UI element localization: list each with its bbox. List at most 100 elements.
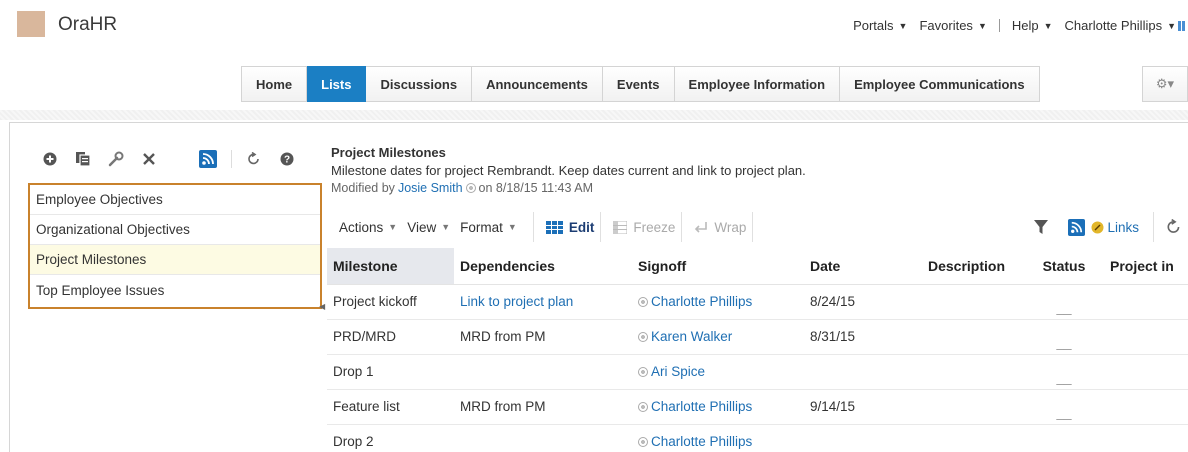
column-header-status[interactable]: Status — [1024, 248, 1104, 285]
lists-toolbar: ? — [40, 149, 310, 169]
top-menu: Portals ▼ Favorites ▼ Help ▼ Charlotte P… — [853, 18, 1188, 33]
tab-employee-communications[interactable]: Employee Communications — [840, 67, 1040, 101]
more-icon[interactable] — [1178, 20, 1188, 31]
project-info-cell — [1104, 424, 1188, 452]
tab-employee-information[interactable]: Employee Information — [674, 67, 841, 101]
refresh-button[interactable] — [1166, 219, 1182, 235]
table-row[interactable]: Feature list MRD from PM Charlotte Phill… — [327, 389, 1188, 425]
app-logo — [17, 11, 45, 37]
view-menu[interactable]: View ▼ — [407, 220, 450, 235]
signoff-user-link[interactable]: Ari Spice — [651, 364, 705, 379]
caret-down-icon: ▼ — [507, 222, 517, 232]
project-plan-link[interactable]: Link to project plan — [460, 294, 573, 309]
caret-down-icon: ▼ — [388, 222, 398, 232]
date-cell: 8/31/15 — [804, 319, 922, 355]
status-cell: __ — [1024, 389, 1104, 425]
freeze-icon — [613, 220, 628, 234]
tab-discussions[interactable]: Discussions — [366, 67, 473, 101]
column-header-dependencies[interactable]: Dependencies — [454, 248, 632, 285]
filter-button[interactable] — [1034, 219, 1049, 235]
caret-down-icon: ▼ — [977, 20, 987, 31]
tab-events[interactable]: Events — [602, 67, 675, 101]
column-header-project-info[interactable]: Project in — [1104, 248, 1188, 285]
list-item-organizational-objectives[interactable]: Organizational Objectives — [30, 215, 320, 245]
rss-icon[interactable] — [198, 149, 218, 169]
caret-down-icon: ▼ — [1043, 20, 1053, 31]
freeze-button[interactable]: Freeze — [613, 220, 675, 235]
page-actions-button[interactable]: ⚙▾ — [1142, 66, 1188, 102]
list-item-employee-objectives[interactable]: Employee Objectives — [30, 185, 320, 215]
user-menu[interactable]: Charlotte Phillips ▼ — [1065, 18, 1188, 33]
refresh-icon[interactable] — [244, 149, 264, 169]
signoff-user-link[interactable]: Charlotte Phillips — [651, 294, 752, 309]
format-label: Format — [460, 219, 503, 235]
presence-icon — [465, 183, 476, 193]
tab-announcements[interactable]: Announcements — [472, 67, 603, 101]
wrap-label: Wrap — [714, 219, 747, 235]
signoff-cell: Charlotte Phillips — [632, 424, 804, 452]
dependencies-cell — [454, 354, 632, 390]
date-cell: 9/14/15 — [804, 389, 922, 425]
help-label: Help — [1011, 18, 1039, 33]
rss-button[interactable] — [1068, 218, 1086, 236]
modified-date: on 8/18/15 11:43 AM — [478, 181, 593, 195]
signoff-user-link[interactable]: Karen Walker — [651, 329, 732, 344]
status-cell: __ — [1024, 424, 1104, 452]
list-title: Project Milestones — [331, 145, 446, 160]
description-cell — [922, 354, 1024, 390]
links-label: Links — [1107, 219, 1139, 235]
signoff-cell: Charlotte Phillips — [632, 284, 804, 320]
column-header-description[interactable]: Description — [922, 248, 1024, 285]
description-cell — [922, 284, 1024, 320]
help-menu[interactable]: Help ▼ — [1012, 18, 1053, 33]
signoff-user-link[interactable]: Charlotte Phillips — [651, 399, 752, 414]
status-cell: __ — [1024, 284, 1104, 320]
favorites-label: Favorites — [919, 18, 973, 33]
wrap-button[interactable]: Wrap — [694, 220, 746, 235]
signoff-user-link[interactable]: Charlotte Phillips — [651, 434, 752, 449]
copy-icon[interactable] — [73, 149, 93, 169]
table-row[interactable]: PRD/MRD MRD from PM Karen Walker 8/31/15… — [327, 319, 1188, 355]
milestone-cell: Drop 1 — [327, 354, 454, 390]
dependencies-cell: Link to project plan — [454, 284, 632, 320]
edit-button[interactable]: Edit — [545, 220, 594, 235]
tab-home[interactable]: Home — [242, 67, 308, 101]
dependencies-cell — [454, 424, 632, 452]
presence-icon — [638, 296, 648, 307]
refresh-icon — [1167, 219, 1180, 233]
column-header-date[interactable]: Date — [804, 248, 922, 285]
links-button[interactable]: Links — [1091, 220, 1139, 235]
table-row[interactable]: Drop 2 Charlotte Phillips __ — [327, 424, 1188, 452]
toolbar-separator — [231, 150, 232, 168]
modified-by-link[interactable]: Josie Smith — [398, 181, 463, 195]
wrench-icon[interactable] — [106, 149, 126, 169]
collapse-splitter-icon[interactable]: ◀ — [319, 302, 325, 312]
table-header-row: Milestone Dependencies Signoff Date Desc… — [327, 248, 1188, 285]
help-icon[interactable]: ? — [277, 149, 297, 169]
presence-icon — [638, 331, 648, 342]
favorites-menu[interactable]: Favorites ▼ — [919, 18, 986, 33]
list-header: Project Milestones Milestone dates for p… — [331, 145, 806, 195]
list-item-top-employee-issues[interactable]: Top Employee Issues — [30, 275, 320, 305]
lists-selector: Employee Objectives Organizational Objec… — [28, 183, 322, 309]
wrap-icon — [694, 221, 708, 234]
status-cell: __ — [1024, 354, 1104, 390]
format-menu[interactable]: Format ▼ — [460, 220, 517, 235]
global-header: OraHR Portals ▼ Favorites ▼ Help ▼ Charl… — [0, 0, 1188, 56]
toolbar-separator — [532, 212, 534, 242]
table-row[interactable]: Drop 1 Ari Spice __ — [327, 354, 1188, 390]
list-item-project-milestones[interactable]: Project Milestones — [30, 245, 320, 275]
table-row[interactable]: Project kickoff Link to project plan Cha… — [327, 284, 1188, 320]
portals-menu[interactable]: Portals ▼ — [853, 18, 907, 33]
column-header-signoff[interactable]: Signoff — [632, 248, 804, 285]
list-description: Milestone dates for project Rembrandt. K… — [331, 163, 806, 178]
delete-icon[interactable] — [139, 149, 159, 169]
actions-menu[interactable]: Actions ▼ — [339, 220, 397, 235]
toolbar-separator — [1153, 212, 1154, 242]
signoff-cell: Charlotte Phillips — [632, 389, 804, 425]
add-icon[interactable] — [40, 149, 60, 169]
tab-lists[interactable]: Lists — [307, 66, 367, 102]
milestone-cell: Project kickoff — [327, 284, 454, 320]
project-info-cell — [1104, 319, 1188, 355]
column-header-milestone[interactable]: Milestone — [327, 248, 454, 285]
